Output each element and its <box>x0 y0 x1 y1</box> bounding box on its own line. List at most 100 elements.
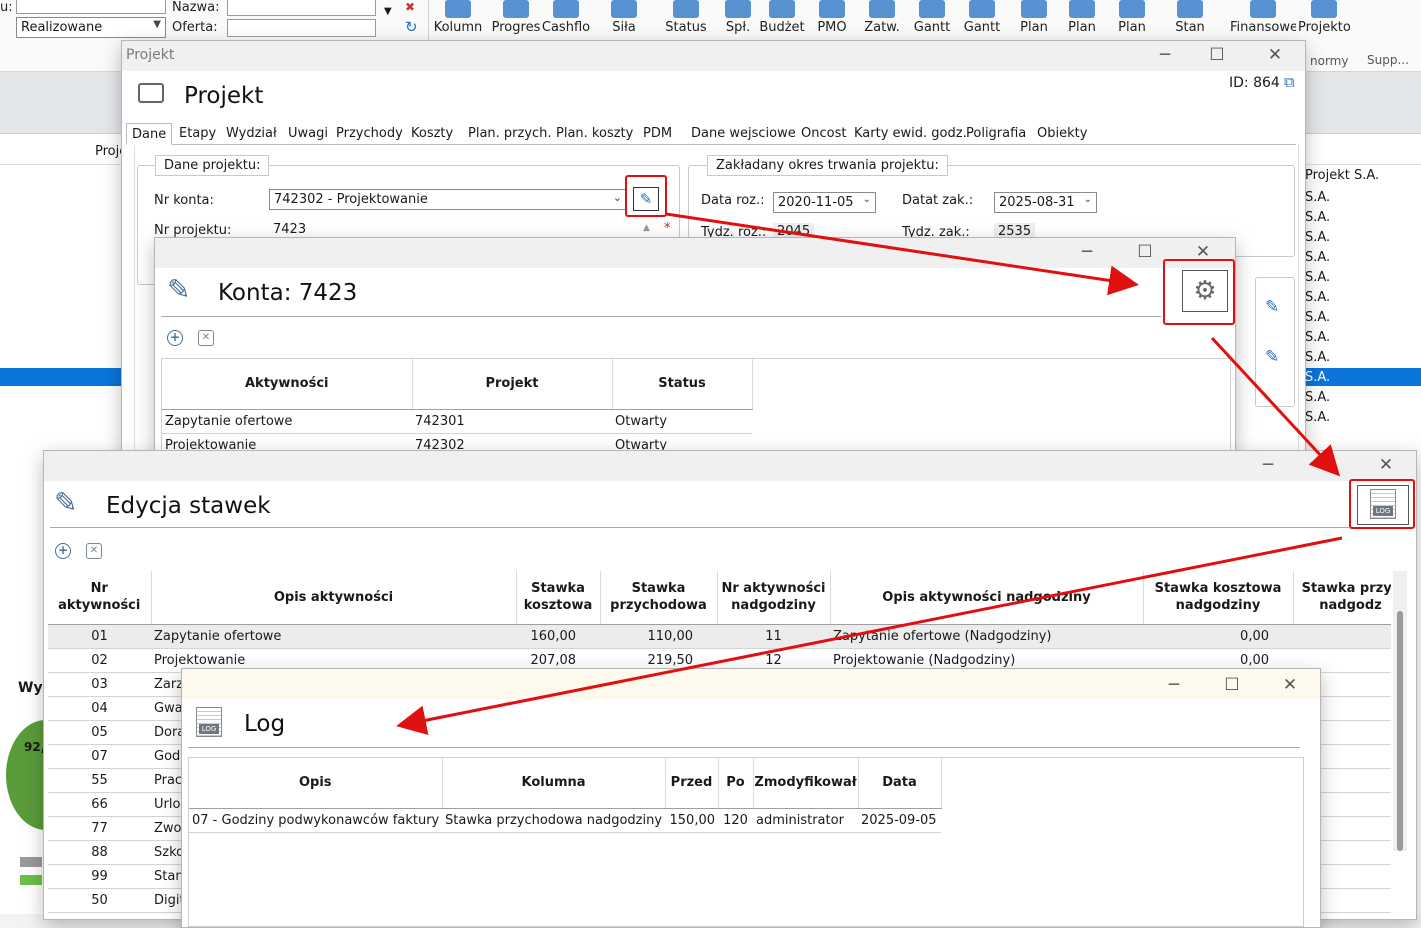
column-header[interactable]: Nr aktywności nadgodziny <box>717 571 831 625</box>
table-row[interactable]: 01 Zapytanie ofertowe 160,00 110,00 11 Zapyta… <box>48 624 1391 649</box>
ribbon-button-icon <box>769 0 795 18</box>
table-row[interactable]: 07 - Godziny podwykonawców faktury Stawka… <box>189 808 941 833</box>
column-header[interactable]: Status <box>612 359 753 410</box>
column-header[interactable]: Opis aktywności <box>151 571 517 625</box>
vertical-scrollbar[interactable] <box>1393 571 1407 851</box>
ribbon-button-icon <box>611 0 637 18</box>
dropdown-arrow-icon[interactable]: ▼ <box>384 6 392 17</box>
column-header[interactable]: Stawka przychodowa <box>600 571 718 625</box>
pencil-icon[interactable]: ✎ <box>1265 297 1279 317</box>
refresh-icon[interactable]: ↻ <box>405 18 418 36</box>
tab-8[interactable]: PDM <box>638 123 677 145</box>
minimize-icon[interactable]: ─ <box>1077 242 1097 262</box>
tab-1[interactable]: Etapy <box>174 123 221 145</box>
tab-3[interactable]: Uwagi <box>283 123 333 145</box>
tab-11[interactable]: Karty ewid. godz. <box>849 123 972 145</box>
ribbon-button-icon <box>819 0 845 18</box>
data-zak-combo[interactable]: 2025-08-31 ⌄ <box>994 192 1097 213</box>
minimize-icon[interactable]: ─ <box>1164 675 1184 695</box>
list-item: S.A. <box>1305 190 1331 205</box>
column-header[interactable]: Zmodyfikował <box>753 758 859 809</box>
nr-konta-combo[interactable]: 742302 - Projektowanie ⌄ <box>269 189 627 210</box>
data-zak-label: Datat zak.: <box>902 193 974 208</box>
table-cell: 05 <box>48 720 151 745</box>
table-cell: 0,00 <box>1143 624 1293 649</box>
column-header[interactable]: Stawka kosztowa <box>516 571 601 625</box>
close-icon[interactable]: ✕ <box>1376 455 1396 475</box>
tab-2[interactable]: Wydział <box>221 123 282 145</box>
konta-title: Konta: 7423 <box>218 280 358 306</box>
tab-13[interactable]: Obiekty <box>1032 123 1092 145</box>
tab-7[interactable]: Plan. koszty <box>551 123 638 145</box>
tab-0[interactable]: Dane <box>126 123 173 145</box>
ribbon-button-icon <box>869 0 895 18</box>
oferta-input[interactable] <box>227 19 376 37</box>
log-grid: Opis Kolumna Przed Po Zmodyfikował Data 07 - … <box>188 757 1304 927</box>
u-input[interactable] <box>16 0 166 14</box>
title-separator <box>50 527 1350 528</box>
delete-icon[interactable]: ✕ <box>198 330 214 346</box>
column-header[interactable]: Opis <box>189 758 443 809</box>
ribbon-button-icon <box>1119 0 1145 18</box>
minimize-icon[interactable]: ─ <box>1258 455 1278 475</box>
minimize-icon[interactable]: ─ <box>1155 45 1175 65</box>
tab-6[interactable]: Plan. przych. <box>463 123 557 145</box>
column-header[interactable]: Po <box>718 758 754 809</box>
column-header[interactable]: Stawka przyc nadgodz <box>1293 571 1391 625</box>
data-roz-combo[interactable]: 2020-11-05 ⌄ <box>773 192 876 213</box>
list-item: S.A. <box>1305 350 1331 365</box>
table-cell: Zapytanie ofertowe <box>162 409 412 434</box>
log-window: ─ ☐ ✕ LOG Log Opis Kolumna Przed Po Zmodyfik… <box>181 668 1321 928</box>
add-icon[interactable]: + <box>55 543 71 559</box>
add-icon[interactable]: + <box>167 330 183 346</box>
pencil-icon[interactable]: ✎ <box>1265 347 1279 367</box>
tab-4[interactable]: Przychody <box>331 123 408 145</box>
column-header[interactable]: Stawka kosztowa nadgodziny <box>1143 571 1294 625</box>
edit-icon: ✎ <box>54 486 78 519</box>
ribbon-button-label: Gantt <box>913 20 951 35</box>
close-icon[interactable]: ✕ <box>1265 45 1285 65</box>
nazwa-input[interactable] <box>227 0 376 16</box>
tab-5[interactable]: Koszty <box>406 123 458 145</box>
maximize-icon[interactable]: ☐ <box>1207 45 1227 65</box>
ribbon-button-label: Siła <box>612 20 636 35</box>
ribbon-button-label: Plan <box>1020 20 1048 35</box>
nr-projektu-label: Nr projektu: <box>154 223 232 238</box>
column-header[interactable]: Data <box>858 758 942 809</box>
column-header[interactable]: Nr aktywności <box>48 571 152 625</box>
scrollbar-thumb[interactable] <box>1397 611 1403 851</box>
status-combo[interactable]: Realizowane ▼ <box>16 17 166 38</box>
column-header[interactable]: Przed <box>665 758 719 809</box>
tab-12[interactable]: Poligrafia <box>961 123 1031 145</box>
spin-up-icon[interactable]: ▲ <box>643 223 650 233</box>
ribbon-button-label: Progres <box>491 20 541 35</box>
maximize-icon[interactable]: ☐ <box>1135 242 1155 262</box>
list-item: S.A. <box>1305 270 1331 285</box>
column-header[interactable]: Projekt <box>412 359 613 410</box>
column-header[interactable]: Opis aktywności nadgodziny <box>830 571 1144 625</box>
table-cell: 88 <box>48 840 151 865</box>
column-header[interactable]: Aktywności <box>162 359 413 410</box>
list-item: S.A. <box>1305 250 1331 265</box>
clear-filter-icon[interactable]: ✖ <box>405 0 415 14</box>
ribbon-button-label: Stan <box>1175 20 1205 35</box>
ribbon-button-label: Status <box>665 20 707 35</box>
maximize-icon[interactable]: ☐ <box>1222 675 1242 695</box>
ribbon-button-label: Gantt <box>963 20 1001 35</box>
delete-icon[interactable]: ✕ <box>86 543 102 559</box>
konta-grid: Aktywności Projekt Status Zapytanie oferto… <box>161 358 1231 462</box>
log-titlebar: ─ ☐ ✕ <box>182 669 1320 699</box>
okres-label: Zakładany okres trwania projektu: <box>707 155 948 176</box>
data-zak-value: 2025-08-31 <box>999 195 1075 210</box>
ribbon-button-icon <box>1250 0 1276 18</box>
tab-9[interactable]: Dane wejsciowe <box>686 123 801 145</box>
konta-window: ─ ☐ ✕ ✎ Konta: 7423 ⚙ + ✕ Aktywności Proj… <box>154 237 1236 462</box>
nazwa-label: Nazwa: <box>172 0 220 15</box>
copy-icon[interactable]: ⧉ <box>1284 73 1295 91</box>
close-icon[interactable]: ✕ <box>1280 675 1300 695</box>
table-cell: 55 <box>48 768 151 793</box>
ribbon-button-icon <box>969 0 995 18</box>
table-row[interactable]: Zapytanie ofertowe 742301 Otwarty <box>162 409 752 434</box>
column-header[interactable]: Kolumna <box>442 758 666 809</box>
tab-10[interactable]: Oncost <box>796 123 851 145</box>
